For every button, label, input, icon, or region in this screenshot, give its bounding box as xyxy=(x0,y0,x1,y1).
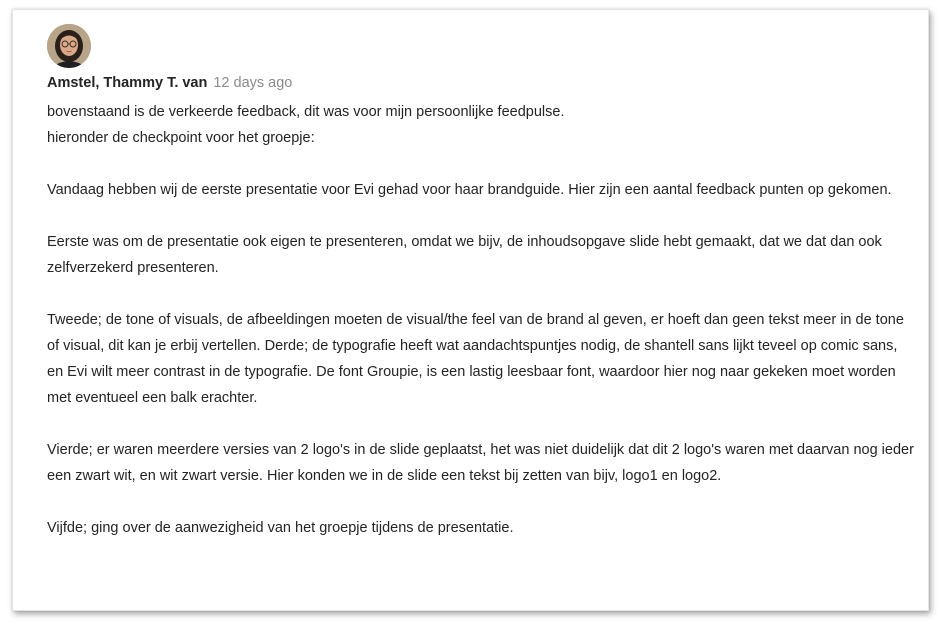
comment-line: hieronder de checkpoint voor het groepje… xyxy=(47,130,315,146)
comment-paragraph: Vierde; er waren meerdere versies van 2 … xyxy=(47,442,914,484)
comment-paragraph: Tweede; de tone of visuals, de afbeeldin… xyxy=(47,312,904,406)
comment-paragraph: Vandaag hebben wij de eerste presentatie… xyxy=(47,182,892,198)
comment-paragraph: Vijfde; ging over de aanwezigheid van he… xyxy=(47,520,514,536)
avatar[interactable] xyxy=(47,24,91,68)
comment-line: bovenstaand is de verkeerde feedback, di… xyxy=(47,104,565,120)
author-name[interactable]: Amstel, Thammy T. van xyxy=(47,75,207,91)
comment-body: bovenstaand is de verkeerde feedback, di… xyxy=(47,99,915,541)
user-avatar-icon xyxy=(47,24,91,68)
comment-timestamp: 12 days ago xyxy=(213,75,293,91)
comment-paragraph: Eerste was om de presentatie ook eigen t… xyxy=(47,234,882,276)
comment-header: Amstel, Thammy T. van 12 days ago xyxy=(47,73,292,93)
comment-card: Amstel, Thammy T. van 12 days ago bovenst… xyxy=(12,9,929,611)
